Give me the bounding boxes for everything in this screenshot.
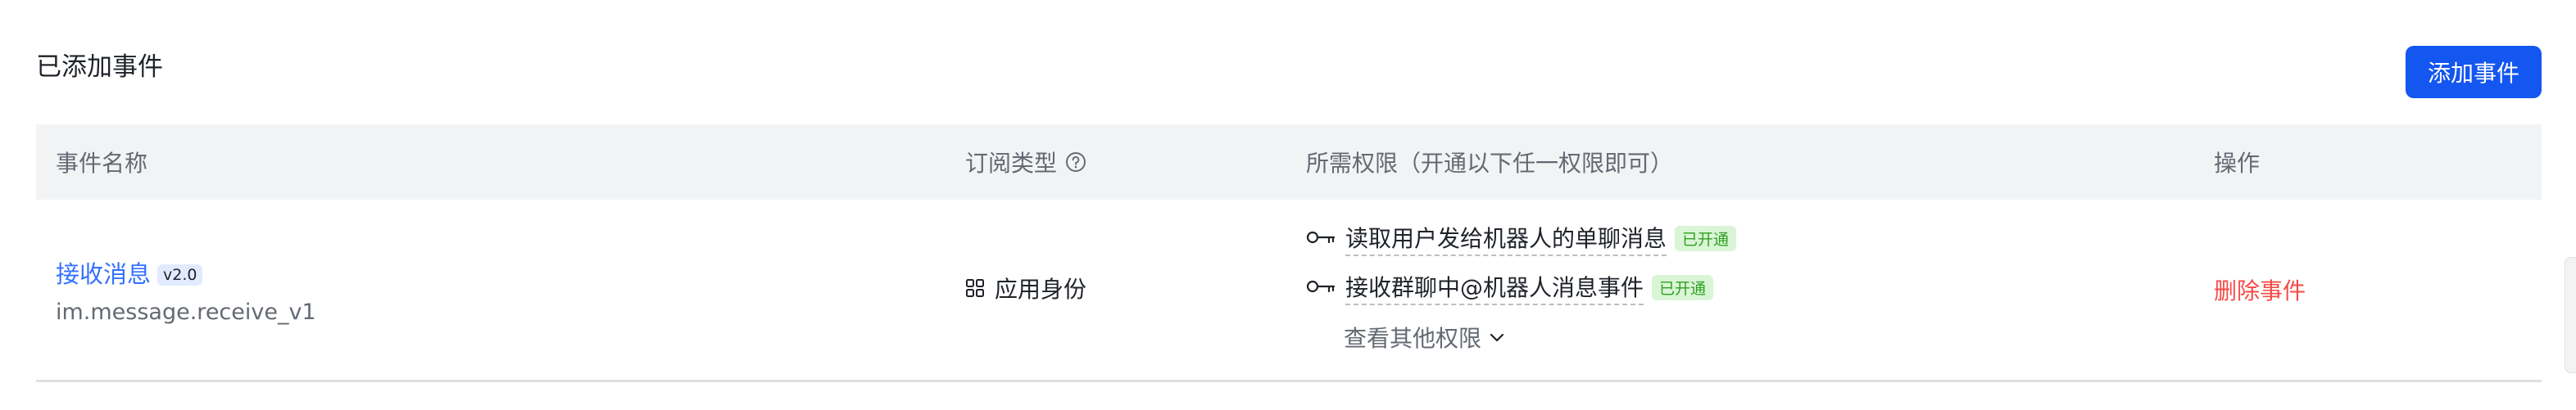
add-event-button[interactable]: 添加事件	[2406, 46, 2542, 98]
chevron-down-icon	[1490, 333, 1504, 342]
header-subscription-type: 订阅类型	[965, 124, 1086, 200]
permission-label[interactable]: 读取用户发给机器人的单聊消息	[1345, 221, 1667, 256]
event-cell: 接收消息 v2.0 im.message.receive_v1	[56, 255, 316, 325]
permission-item: 接收群聊中@机器人消息事件 已开通	[1306, 270, 1714, 305]
status-badge: 已开通	[1652, 275, 1714, 300]
status-badge: 已开通	[1675, 226, 1737, 251]
event-key: im.message.receive_v1	[56, 300, 316, 325]
permission-item: 读取用户发给机器人的单聊消息 已开通	[1306, 221, 1737, 256]
section-title: 已添加事件	[36, 52, 163, 82]
subscription-type-label: 应用身份	[995, 276, 1087, 303]
header-event-name: 事件名称	[56, 150, 148, 177]
view-more-permissions-button[interactable]: 查看其他权限	[1344, 321, 1506, 354]
table-header: 事件名称 订阅类型 所需权限（开通以下任一权限即可） 操作	[36, 124, 2542, 200]
subscription-type-cell: 应用身份	[965, 272, 1086, 304]
key-icon	[1306, 231, 1336, 243]
table-row: 接收消息 v2.0 im.message.receive_v1 应用身份 读取用户…	[36, 200, 2542, 382]
permission-label[interactable]: 接收群聊中@机器人消息事件	[1345, 270, 1644, 305]
event-name-link[interactable]: 接收消息	[56, 260, 151, 288]
key-icon	[1306, 280, 1336, 292]
header-subscription-type-label: 订阅类型	[965, 150, 1058, 177]
version-badge: v2.0	[157, 264, 203, 286]
header-permissions: 所需权限（开通以下任一权限即可）	[1306, 150, 1674, 177]
grid-icon	[966, 279, 984, 297]
header-actions: 操作	[2214, 150, 2261, 177]
delete-event-button[interactable]: 删除事件	[2214, 273, 2306, 306]
side-panel-handle[interactable]	[2565, 257, 2576, 373]
question-circle-icon[interactable]	[1065, 151, 1086, 173]
view-more-permissions-label: 查看其他权限	[1344, 325, 1482, 352]
